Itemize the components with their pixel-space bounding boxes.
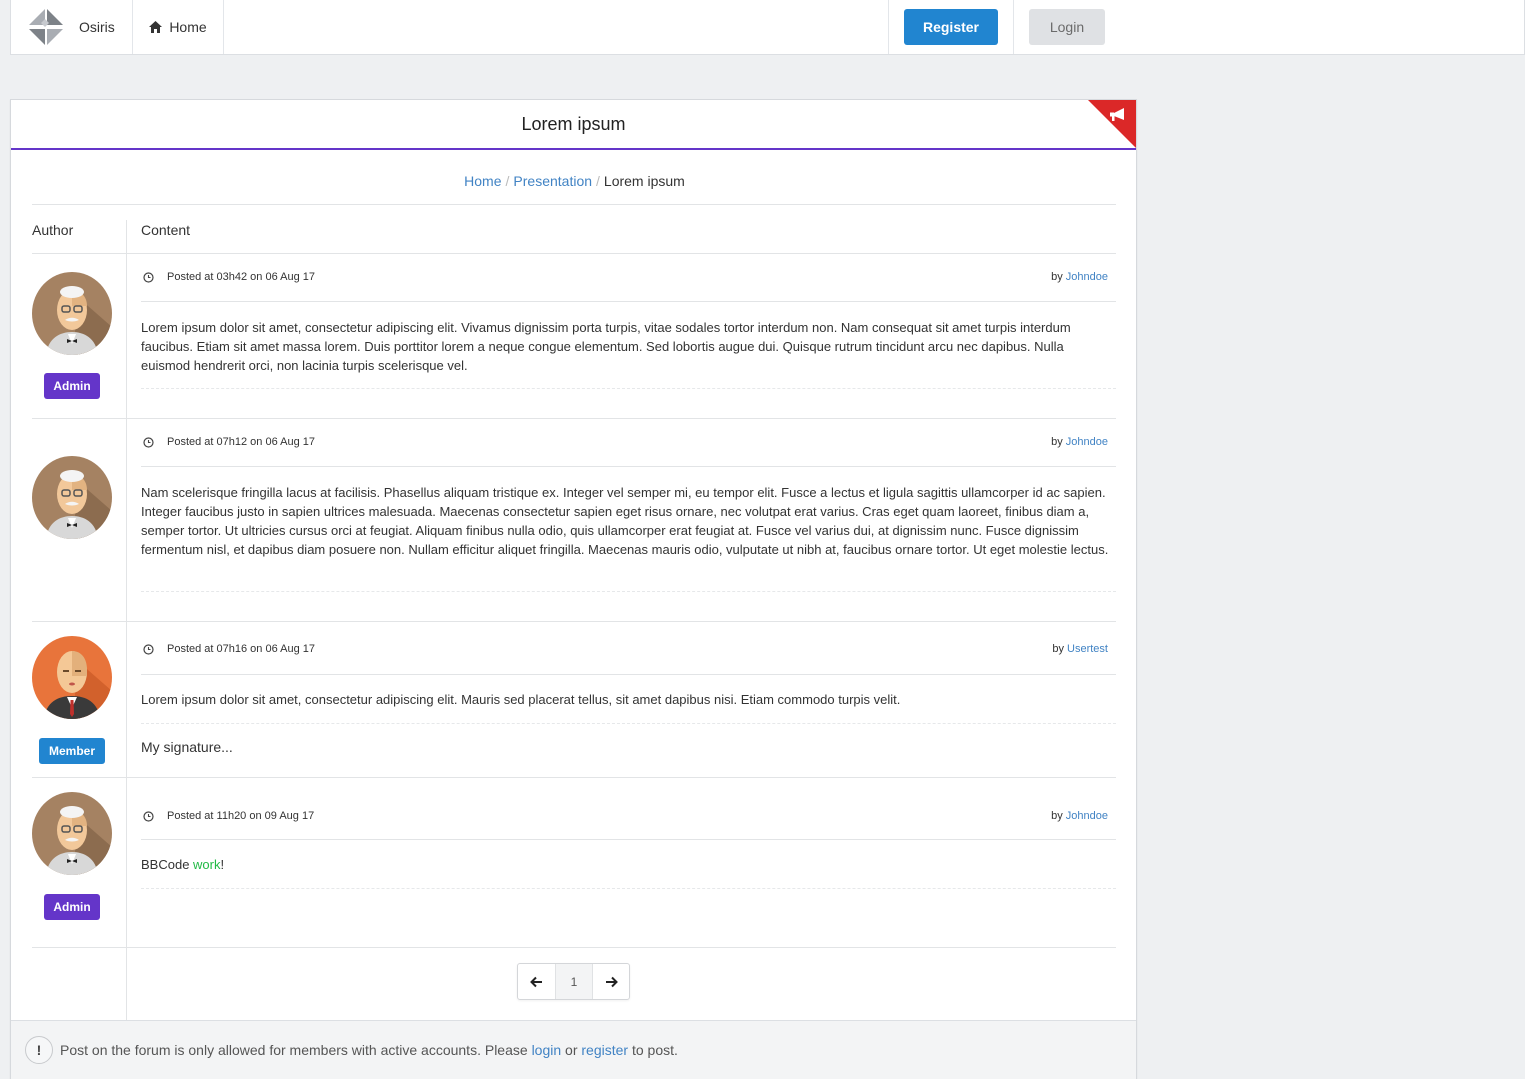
topic-panel: Lorem ipsum Home / Presentation / Lorem ipsu… (10, 99, 1137, 1079)
avatar[interactable] (32, 792, 112, 875)
avatar[interactable] (32, 272, 112, 355)
post-timestamp: Posted at 11h20 on 09 Aug 17 (167, 810, 315, 822)
by-prefix: by (1051, 271, 1063, 283)
notice-text-or: or (561, 1042, 582, 1058)
role-badge-admin: Admin (44, 894, 100, 920)
column-header-author: Author (32, 222, 74, 238)
panel-header: Lorem ipsum (11, 100, 1136, 150)
breadcrumb-home-link[interactable]: Home (464, 173, 501, 189)
avatar[interactable] (32, 456, 112, 539)
post-timestamp: Posted at 03h42 on 06 Aug 17 (167, 271, 316, 283)
divider (32, 621, 1116, 622)
brand-name: Osiris (79, 19, 115, 35)
exclamation-icon: ! (25, 1036, 53, 1064)
page-number-button[interactable]: 1 (555, 964, 592, 999)
nav-register-item: Register (888, 0, 1014, 54)
post-body: Nam scelerisque fringilla lacus at facil… (141, 485, 1109, 557)
role-badge-member: Member (39, 738, 105, 764)
top-navbar: Osiris Home Register Login (10, 0, 1525, 55)
breadcrumb-separator: / (505, 173, 510, 189)
clock-icon (143, 643, 154, 655)
post-author-line: by Johndoe (1051, 271, 1108, 283)
clock-icon (143, 271, 154, 283)
bbcode-green-text: work (193, 857, 221, 872)
breadcrumb-presentation-link[interactable]: Presentation (513, 173, 592, 189)
bbcode-plain: BBCode (141, 857, 194, 872)
post-meta: Posted at 07h12 on 06 Aug 17 by Johndoe (141, 432, 1116, 452)
post-author-line: by Usertest (1052, 643, 1108, 655)
post-separator (141, 591, 1116, 592)
notice-login-link[interactable]: login (532, 1042, 562, 1058)
avatar[interactable] (32, 636, 112, 719)
arrow-left-icon (530, 976, 542, 987)
by-prefix: by (1051, 810, 1063, 822)
nav-home-label: Home (169, 19, 207, 35)
role-badge-admin: Admin (44, 373, 100, 399)
clock-icon (143, 810, 154, 822)
post-separator (141, 388, 1116, 389)
next-page-button[interactable] (592, 964, 629, 999)
post-author-line: by Johndoe (1051, 436, 1108, 448)
post-meta: Posted at 03h42 on 06 Aug 17 by Johndoe (141, 267, 1116, 287)
home-icon (149, 21, 163, 33)
arrow-right-icon (605, 976, 618, 987)
post-author-line: by Johndoe (1051, 810, 1108, 822)
by-prefix: by (1052, 643, 1064, 655)
divider (32, 204, 1116, 205)
post-timestamp: Posted at 07h16 on 06 Aug 17 (167, 643, 316, 655)
column-divider (126, 220, 127, 1032)
post-separator (141, 888, 1116, 889)
register-button[interactable]: Register (904, 9, 998, 45)
osiris-logo-icon (29, 9, 63, 45)
divider (141, 301, 1116, 302)
brand[interactable]: Osiris (11, 0, 133, 54)
post-signature: My signature... (141, 739, 233, 755)
bbcode-end: ! (220, 857, 225, 872)
breadcrumb: Home / Presentation / Lorem ipsum (11, 173, 1138, 189)
login-button[interactable]: Login (1029, 9, 1105, 45)
post-author-link[interactable]: Johndoe (1066, 436, 1108, 448)
post-body: Lorem ipsum dolor sit amet, consectetur … (141, 320, 1071, 373)
breadcrumb-separator: / (596, 173, 600, 189)
divider (141, 466, 1116, 467)
post-timestamp: Posted at 07h12 on 06 Aug 17 (167, 436, 316, 448)
page-title: Lorem ipsum (521, 113, 626, 134)
post-author-link[interactable]: Johndoe (1066, 810, 1108, 822)
post-body: BBCode work! (141, 855, 1116, 874)
divider (141, 839, 1116, 840)
post-meta: Posted at 11h20 on 09 Aug 17 by Johndoe (141, 806, 1116, 826)
notice-register-link[interactable]: register (581, 1042, 628, 1058)
post-author-link[interactable]: Johndoe (1066, 271, 1108, 283)
prev-page-button[interactable] (518, 964, 555, 999)
divider (32, 777, 1116, 778)
nav-right-fill (1120, 0, 1524, 54)
divider (32, 253, 1116, 254)
nav-login-item: Login (1014, 0, 1120, 54)
divider (32, 418, 1116, 419)
post-separator (141, 723, 1116, 724)
clock-icon (143, 436, 154, 448)
breadcrumb-current: Lorem ipsum (603, 173, 685, 189)
by-prefix: by (1051, 436, 1063, 448)
column-header-content: Content (141, 222, 191, 238)
notice-text-before: Post on the forum is only allowed for me… (60, 1042, 532, 1058)
post-meta: Posted at 07h16 on 06 Aug 17 by Usertest (141, 639, 1116, 659)
post-author-link[interactable]: Usertest (1067, 643, 1108, 655)
post-body: Lorem ipsum dolor sit amet, consectetur … (141, 692, 901, 707)
post-permission-notice: ! Post on the forum is only allowed for … (11, 1020, 1136, 1079)
divider (141, 674, 1116, 675)
pagination: 1 (517, 963, 630, 1000)
notice-text-after: to post. (628, 1042, 678, 1058)
nav-home-link[interactable]: Home (133, 0, 224, 54)
divider (32, 947, 1116, 948)
megaphone-icon (1088, 100, 1136, 148)
